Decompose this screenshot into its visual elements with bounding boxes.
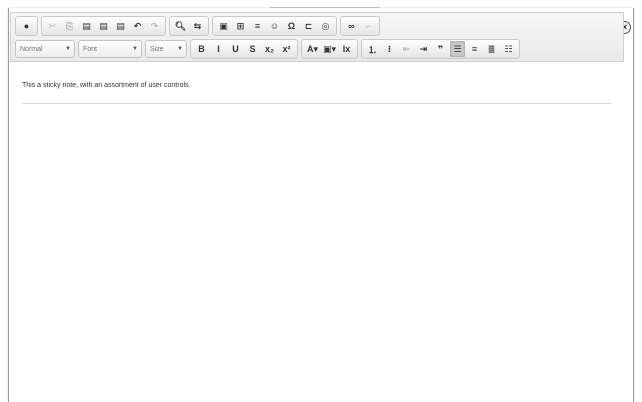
special-char-icon[interactable]: Ω	[284, 18, 299, 34]
source-icon[interactable]: ●	[19, 18, 34, 34]
align-center-icon[interactable]: ≡	[467, 41, 482, 57]
unlink-icon[interactable]: ⌐	[361, 18, 376, 34]
redo-icon[interactable]: ↷	[147, 18, 162, 34]
paste-text-icon[interactable]: ▤	[96, 18, 111, 34]
chevron-down-icon: ▼	[132, 46, 138, 52]
editor-toolbar: ● ✂ ⎘ ▤ ▤ ▤ ↶ ↷ 🔍︎ ⇆ ▣ ⊞ ≡ ☺ Ω ⊏ ◎ ∞ ⌐ Normal ▼ Font ▼…	[10, 12, 624, 62]
horizontal-rule-icon[interactable]: ≡	[250, 18, 265, 34]
justify-icon[interactable]: ☷	[501, 41, 516, 57]
divider	[22, 103, 612, 104]
text-color-icon[interactable]: A▾	[305, 41, 320, 57]
strikethrough-icon[interactable]: S	[245, 41, 260, 57]
superscript-icon[interactable]: x²	[279, 41, 294, 57]
format-select[interactable]: Normal ▼	[15, 40, 75, 58]
font-select[interactable]: Font ▼	[78, 40, 142, 58]
smiley-icon[interactable]: ☺	[267, 18, 282, 34]
subscript-icon[interactable]: x₂	[262, 41, 277, 57]
italic-icon[interactable]: I	[211, 41, 226, 57]
note-text: This a sticky note, with an assortment o…	[22, 82, 191, 89]
window-top-edge	[270, 0, 380, 8]
editor-content-area[interactable]: This a sticky note, with an assortment o…	[10, 64, 624, 394]
numbered-list-icon[interactable]: ⒈	[365, 41, 380, 57]
paste-icon[interactable]: ▤	[79, 18, 94, 34]
chevron-down-icon: ▼	[65, 46, 71, 52]
underline-icon[interactable]: U	[228, 41, 243, 57]
indent-icon[interactable]: ⇥	[416, 41, 431, 57]
blockquote-icon[interactable]: ❞	[433, 41, 448, 57]
clipboard-group: ✂ ⎘ ▤ ▤ ▤ ↶ ↷	[41, 16, 166, 36]
bg-color-icon[interactable]: ▣▾	[322, 41, 337, 57]
cut-icon[interactable]: ✂	[45, 18, 60, 34]
outdent-icon[interactable]: ⇤	[399, 41, 414, 57]
align-left-icon[interactable]: ☰	[450, 41, 465, 57]
color-group: A▾ ▣▾ Ix	[301, 39, 358, 59]
table-icon[interactable]: ⊞	[233, 18, 248, 34]
align-right-icon[interactable]: ≣	[484, 41, 499, 57]
copy-icon[interactable]: ⎘	[62, 18, 77, 34]
find-icon[interactable]: 🔍︎	[173, 18, 188, 34]
chevron-down-icon: ▼	[177, 46, 183, 52]
link-group: ∞ ⌐	[340, 16, 380, 36]
paste-word-icon[interactable]: ▤	[113, 18, 128, 34]
toolbar-row-2: Normal ▼ Font ▼ Size ▼ B I U Sx₂ x² A▾ ▣▾ Ix ⒈…	[15, 39, 523, 59]
size-select[interactable]: Size ▼	[145, 40, 187, 58]
font-select-value: Font	[83, 45, 98, 53]
link-icon[interactable]: ∞	[344, 18, 359, 34]
replace-icon[interactable]: ⇆	[190, 18, 205, 34]
undo-icon[interactable]: ↶	[130, 18, 145, 34]
bulleted-list-icon[interactable]: ⁝	[382, 41, 397, 57]
basic-style-group: B I U Sx₂ x²	[190, 39, 298, 59]
size-select-value: Size	[150, 45, 164, 53]
image-icon[interactable]: ▣	[216, 18, 231, 34]
page-break-icon[interactable]: ⊏	[301, 18, 316, 34]
source-group: ●	[15, 16, 38, 36]
bold-icon[interactable]: B	[194, 41, 209, 57]
paragraph-group: ⒈ ⁝ ⇤ ⇥ ❞ ☰ ≡ ≣ ☷	[361, 39, 520, 59]
find-group: 🔍︎ ⇆	[169, 16, 209, 36]
format-select-value: Normal	[20, 45, 43, 53]
iframe-icon[interactable]: ◎	[318, 18, 333, 34]
insert-group: ▣ ⊞ ≡ ☺ Ω ⊏ ◎	[212, 16, 337, 36]
toolbar-row-1: ● ✂ ⎘ ▤ ▤ ▤ ↶ ↷ 🔍︎ ⇆ ▣ ⊞ ≡ ☺ Ω ⊏ ◎ ∞ ⌐	[15, 16, 383, 36]
remove-format-icon[interactable]: Ix	[339, 41, 354, 57]
